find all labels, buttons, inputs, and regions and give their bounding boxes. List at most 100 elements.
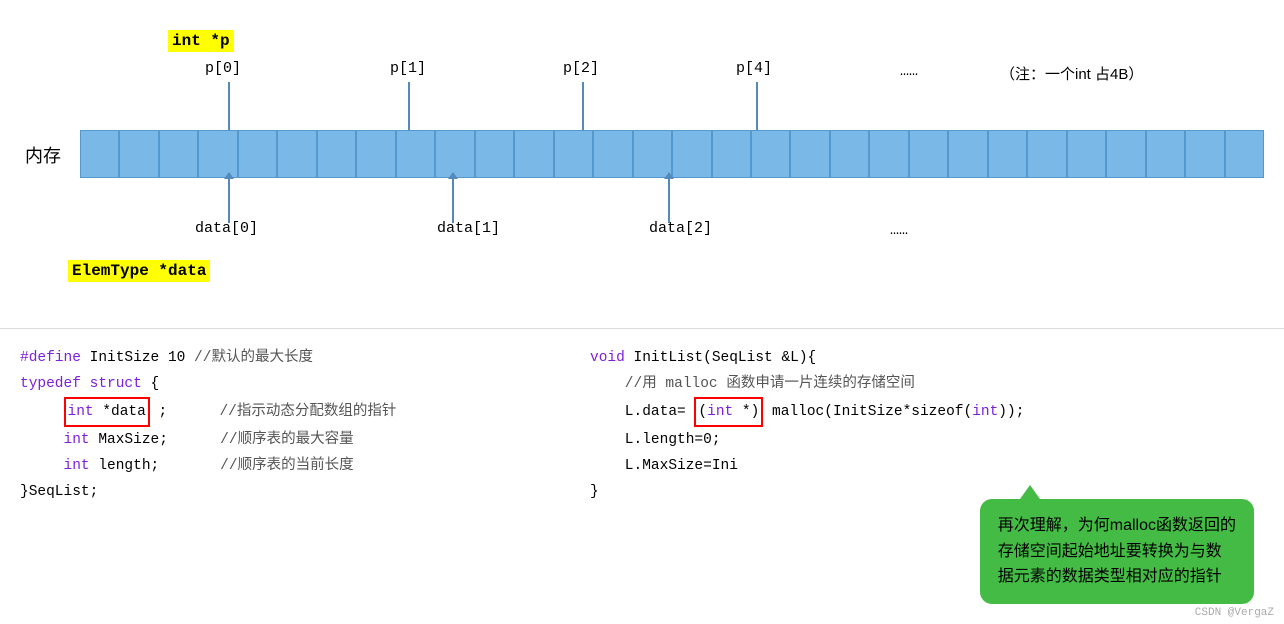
p2-label: p[2] xyxy=(563,60,599,77)
data2-label: data[2] xyxy=(649,220,712,237)
cell-26 xyxy=(1067,130,1106,178)
memory-bar-container: 内存 xyxy=(30,130,1264,178)
cell-17 xyxy=(712,130,751,178)
cell-10 xyxy=(435,130,474,178)
right-line2: //用 malloc 函数申请一片连续的存储空间 xyxy=(590,371,1264,397)
data1-label: data[1] xyxy=(437,220,500,237)
cell-23 xyxy=(948,130,987,178)
p0-label: p[0] xyxy=(205,60,241,77)
cell-12 xyxy=(514,130,553,178)
cell-3 xyxy=(159,130,198,178)
lmaxsize: L.MaxSize=Ini xyxy=(590,458,738,474)
cell-14 xyxy=(593,130,632,178)
cell-13 xyxy=(554,130,593,178)
cell-27 xyxy=(1106,130,1145,178)
diagram-area: int *p p[0] p[1] p[2] p[4] …… （注：一个int 占… xyxy=(0,0,1284,320)
right-line3: L.data= (int *) malloc(InitSize*sizeof(i… xyxy=(590,397,1264,427)
ldata-prefix: L.data= xyxy=(590,404,686,420)
struct-keyword: struct xyxy=(90,376,142,392)
cell-29 xyxy=(1185,130,1224,178)
code-area: #define InitSize 10 //默认的最大长度 typedef st… xyxy=(0,330,1284,624)
p1-label: p[1] xyxy=(390,60,426,77)
define-comment: //默认的最大长度 xyxy=(194,350,313,366)
typedef-keyword: typedef xyxy=(20,376,81,392)
cell-24 xyxy=(988,130,1027,178)
code-right: void InitList(SeqList &L){ //用 malloc 函数… xyxy=(570,330,1284,624)
int-p-label: int *p xyxy=(168,30,234,52)
closing-brace: } xyxy=(590,484,599,500)
struct-brace: { xyxy=(151,376,160,392)
indent3 xyxy=(20,458,55,474)
indent2 xyxy=(20,432,55,448)
int-sizeof-keyword: int xyxy=(972,404,998,420)
data0-label: data[0] xyxy=(195,220,258,237)
p4-label: p[4] xyxy=(736,60,772,77)
note-label: （注：一个int 占4B） xyxy=(1000,63,1143,84)
tooltip-text: 再次理解，为何malloc函数返回的存储空间起始地址要转换为与数据元素的数据类型… xyxy=(998,517,1236,585)
arrow-intP xyxy=(228,82,230,132)
length: length; xyxy=(98,458,159,474)
int-data-boxed: int *data xyxy=(64,397,150,427)
code-line-maxsize: int MaxSize; //顺序表的最大容量 xyxy=(20,427,550,453)
arrow-data0-up xyxy=(228,178,230,223)
cell-19 xyxy=(790,130,829,178)
divider xyxy=(0,328,1284,329)
int-data-comment: //指示动态分配数组的指针 xyxy=(176,404,396,420)
func-name: InitList(SeqList &L){ xyxy=(634,350,817,366)
dots-bottom: …… xyxy=(890,222,908,239)
length-comment: //顺序表的当前长度 xyxy=(168,458,354,474)
star-data: *data xyxy=(102,404,146,420)
cell-20 xyxy=(830,130,869,178)
cell-22 xyxy=(909,130,948,178)
cell-16 xyxy=(672,130,711,178)
maxsize-comment: //顺序表的最大容量 xyxy=(177,432,354,448)
define-rest: InitSize 10 xyxy=(90,350,194,366)
int-cast-keyword: int xyxy=(707,404,733,420)
elemtype-label: ElemType *data xyxy=(68,260,210,282)
int-keyword3: int xyxy=(64,458,90,474)
code-line-length: int length; //顺序表的当前长度 xyxy=(20,453,550,479)
define-keyword: #define xyxy=(20,350,81,366)
cell-18 xyxy=(751,130,790,178)
cell-25 xyxy=(1027,130,1066,178)
cell-6 xyxy=(277,130,316,178)
cell-8 xyxy=(356,130,395,178)
cell-7 xyxy=(317,130,356,178)
dots-top: …… xyxy=(900,63,918,80)
csdn-credit: CSDN @VergaZ xyxy=(1195,607,1274,619)
int-keyword2: int xyxy=(64,432,90,448)
cell-9 xyxy=(396,130,435,178)
indent1 xyxy=(20,404,55,420)
cell-2 xyxy=(119,130,158,178)
cell-28 xyxy=(1146,130,1185,178)
maxsize: MaxSize; xyxy=(98,432,168,448)
semicolon1: ; xyxy=(159,404,168,420)
memory-bar xyxy=(80,130,1264,178)
malloc-comment: //用 malloc 函数申请一片连续的存储空间 xyxy=(590,376,915,392)
arrow-data1-up xyxy=(452,178,454,223)
seqlist: }SeqList; xyxy=(20,484,98,500)
int-keyword: int xyxy=(68,404,94,420)
cell-15 xyxy=(633,130,672,178)
cell-21 xyxy=(869,130,908,178)
arrow-p2 xyxy=(582,82,584,132)
int-cast-boxed: (int *) xyxy=(694,397,763,427)
cell-11 xyxy=(475,130,514,178)
tooltip-bubble: 再次理解，为何malloc函数返回的存储空间起始地址要转换为与数据元素的数据类型… xyxy=(980,499,1254,604)
code-line-int-data: int *data ; //指示动态分配数组的指针 xyxy=(20,397,550,427)
right-line5: L.MaxSize=Ini xyxy=(590,453,1264,479)
right-line1: void InitList(SeqList &L){ xyxy=(590,345,1264,371)
malloc-call: malloc(InitSize*sizeof(int)); xyxy=(772,404,1024,420)
cell-1 xyxy=(80,130,119,178)
memory-label: 内存 xyxy=(25,142,61,168)
arrow-p1 xyxy=(408,82,410,132)
right-line4: L.length=0; xyxy=(590,427,1264,453)
code-line-define: #define InitSize 10 //默认的最大长度 xyxy=(20,345,550,371)
code-left: #define InitSize 10 //默认的最大长度 typedef st… xyxy=(0,330,570,624)
llength: L.length=0; xyxy=(590,432,721,448)
cell-30 xyxy=(1225,130,1264,178)
void-keyword: void xyxy=(590,350,625,366)
arrow-data2-up xyxy=(668,178,670,223)
arrow-p4 xyxy=(756,82,758,132)
code-line-typedef: typedef struct { xyxy=(20,371,550,397)
